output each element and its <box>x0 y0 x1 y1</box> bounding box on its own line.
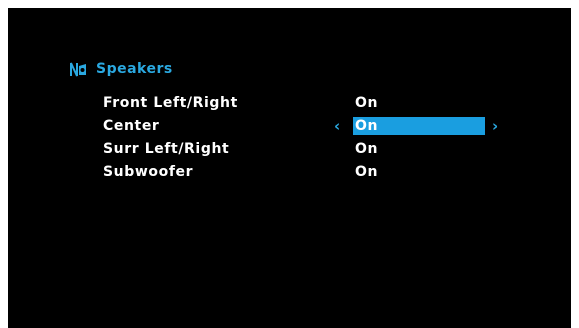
speakers-icon <box>69 60 87 78</box>
setting-label: Center <box>103 118 160 134</box>
menu-title: Speakers <box>96 61 173 77</box>
setting-value[interactable]: On <box>353 163 485 181</box>
setting-value-selected[interactable]: On <box>353 117 485 135</box>
chevron-left-icon[interactable]: ‹ <box>334 116 340 136</box>
chevron-right-icon[interactable]: › <box>492 116 498 136</box>
menu-header: Speakers <box>69 59 173 79</box>
setting-label: Front Left/Right <box>103 95 238 111</box>
setting-value[interactable]: On <box>353 140 485 158</box>
menu-row-center[interactable]: Center ‹ On › <box>8 116 571 136</box>
setting-label: Subwoofer <box>103 164 194 180</box>
menu-row-subwoofer[interactable]: Subwoofer On <box>8 162 571 182</box>
setting-value[interactable]: On <box>353 94 485 112</box>
settings-screen: Speakers Front Left/Right On Center ‹ On… <box>8 8 571 328</box>
menu-row-front-left-right[interactable]: Front Left/Right On <box>8 93 571 113</box>
setting-label: Surr Left/Right <box>103 141 230 157</box>
menu-row-surr-left-right[interactable]: Surr Left/Right On <box>8 139 571 159</box>
